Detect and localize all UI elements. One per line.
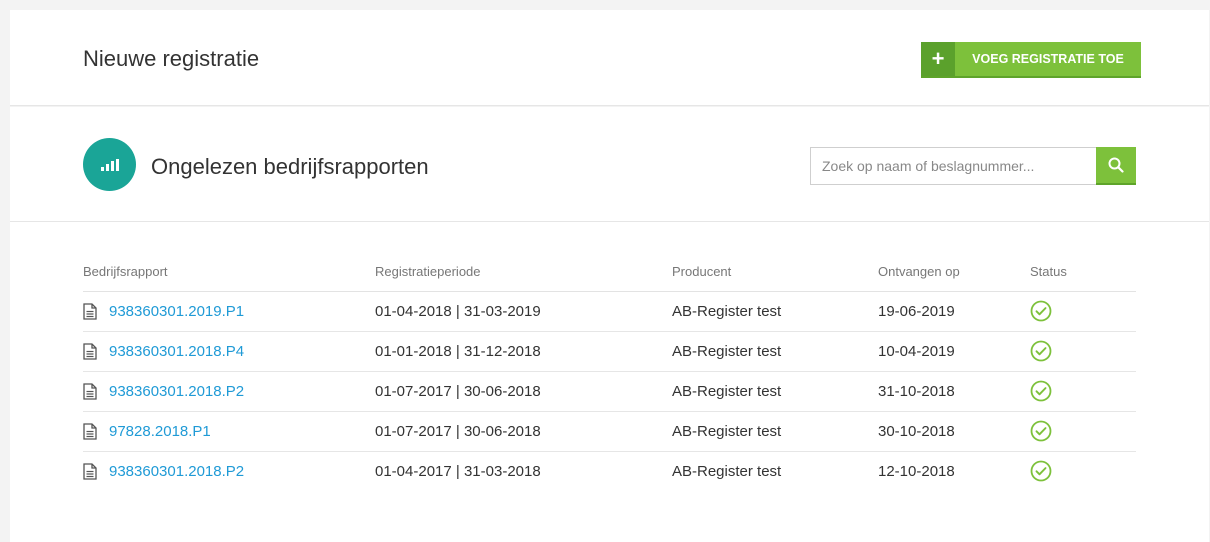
column-header-period: Registratieperiode bbox=[375, 252, 672, 292]
signal-bars-icon bbox=[83, 138, 136, 191]
document-icon bbox=[83, 423, 97, 440]
table-header-row: Bedrijfsrapport Registratieperiode Produ… bbox=[83, 252, 1136, 292]
check-circle-icon bbox=[1030, 420, 1052, 442]
period-cell: 01-07-2017 | 30-06-2018 bbox=[375, 371, 672, 412]
column-header-received: Ontvangen op bbox=[878, 252, 1030, 292]
column-header-status: Status bbox=[1030, 252, 1136, 292]
producer-cell: AB-Register test bbox=[672, 411, 878, 452]
plus-icon: + bbox=[921, 42, 955, 76]
report-link[interactable]: 938360301.2018.P2 bbox=[109, 383, 244, 400]
received-cell: 10-04-2019 bbox=[878, 331, 1030, 372]
received-cell: 31-10-2018 bbox=[878, 371, 1030, 412]
table-row: 938360301.2019.P1 01-04-2018 | 31-03-201… bbox=[83, 291, 1136, 332]
period-cell: 01-04-2017 | 31-03-2018 bbox=[375, 463, 541, 480]
check-circle-icon bbox=[1030, 460, 1052, 482]
section-title: Ongelezen bedrijfsrapporten bbox=[151, 154, 429, 179]
add-registration-label: VOEG REGISTRATIE TOE bbox=[972, 52, 1124, 66]
producer-cell: AB-Register test bbox=[672, 291, 878, 332]
search-button[interactable] bbox=[1096, 147, 1136, 185]
producer-cell: AB-Register test bbox=[672, 463, 782, 480]
check-circle-icon bbox=[1030, 380, 1052, 402]
add-registration-button[interactable]: + VOEG REGISTRATIE TOE bbox=[921, 42, 1141, 78]
section-header: Ongelezen bedrijfsrapporten bbox=[10, 107, 1209, 222]
unread-reports-card: Ongelezen bedrijfsrapporten Bedrijfsrapp… bbox=[10, 107, 1209, 542]
report-link[interactable]: 938360301.2019.P1 bbox=[109, 303, 244, 320]
document-icon bbox=[83, 303, 97, 320]
received-cell: 19-06-2019 bbox=[878, 291, 1030, 332]
search-bar bbox=[810, 147, 1136, 185]
column-header-report: Bedrijfsrapport bbox=[83, 252, 375, 292]
check-circle-icon bbox=[1030, 340, 1052, 362]
period-cell: 01-01-2018 | 31-12-2018 bbox=[375, 331, 672, 372]
producer-cell: AB-Register test bbox=[672, 331, 878, 372]
document-icon bbox=[83, 383, 97, 400]
search-input[interactable] bbox=[810, 147, 1096, 185]
check-circle-icon bbox=[1030, 300, 1052, 322]
search-icon bbox=[1108, 157, 1124, 173]
report-link[interactable]: 938360301.2018.P2 bbox=[109, 463, 244, 480]
page-title: Nieuwe registratie bbox=[83, 46, 260, 71]
new-registration-card: Nieuwe registratie + VOEG REGISTRATIE TO… bbox=[10, 10, 1209, 106]
document-icon bbox=[83, 343, 97, 360]
report-link[interactable]: 97828.2018.P1 bbox=[109, 423, 211, 440]
document-icon bbox=[83, 463, 97, 480]
report-link[interactable]: 938360301.2018.P4 bbox=[109, 343, 244, 360]
reports-table: Bedrijfsrapport Registratieperiode Produ… bbox=[83, 252, 1136, 491]
table-row: 938360301.2018.P4 01-01-2018 | 31-12-201… bbox=[83, 331, 1136, 372]
table-row: 938360301.2018.P2 01-07-2017 | 30-06-201… bbox=[83, 371, 1136, 412]
period-cell: 01-07-2017 | 30-06-2018 bbox=[375, 411, 672, 452]
received-cell: 12-10-2018 bbox=[878, 463, 955, 480]
table-row: 938360301.2018.P2 01-04-2017 | 31-03-201… bbox=[83, 452, 1136, 492]
column-header-producer: Producent bbox=[672, 252, 878, 292]
received-cell: 30-10-2018 bbox=[878, 411, 1030, 452]
period-cell: 01-04-2018 | 31-03-2019 bbox=[375, 291, 672, 332]
table-row: 97828.2018.P1 01-07-2017 | 30-06-2018 AB… bbox=[83, 411, 1136, 452]
producer-cell: AB-Register test bbox=[672, 371, 878, 412]
